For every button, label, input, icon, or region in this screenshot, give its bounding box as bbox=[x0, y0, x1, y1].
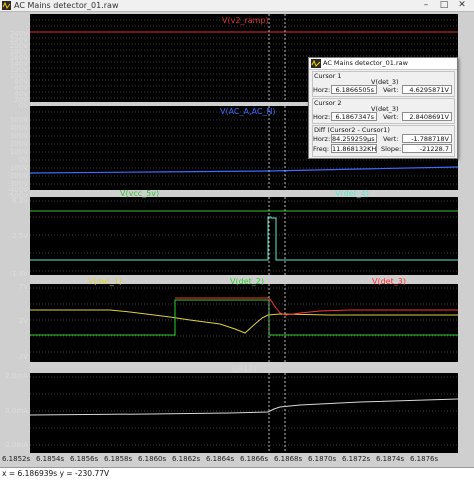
trace-label-det-4[interactable]: V(det_4) bbox=[335, 189, 369, 198]
cursor-diff-label: Diff (Cursor2 - Cursor1) bbox=[314, 126, 390, 134]
cursor-2-vert-label: Vert: bbox=[383, 113, 399, 121]
trace-label-det-3[interactable]: V(det_3) bbox=[372, 277, 406, 286]
cursor-dialog-title: AC Mains detector_01.raw bbox=[323, 59, 408, 67]
y-tick: -100V bbox=[7, 164, 28, 172]
y-tick: 2.0mA bbox=[5, 372, 28, 380]
plot-pane-vcc-det4[interactable] bbox=[30, 197, 458, 275]
y-tick: 6.3V bbox=[12, 197, 28, 205]
cursor-2-horz-label: Horz: bbox=[313, 113, 331, 121]
y-tick: 7V bbox=[18, 283, 28, 291]
x-tick: 6.1854s bbox=[36, 455, 65, 463]
plot-pane-5-grid bbox=[30, 376, 458, 446]
status-bar: x = 6.186939s y = -230.77V bbox=[0, 467, 474, 480]
plot-pane-4-graph bbox=[30, 284, 458, 362]
x-tick: 6.1856s bbox=[70, 455, 99, 463]
y-tick: 100V bbox=[9, 148, 28, 156]
trace-label-ac-a-ac-n[interactable]: V(AC_A,AC_N) bbox=[220, 107, 276, 116]
freq-value[interactable]: 11.868132KHz bbox=[331, 144, 377, 153]
waveform-viewer-window: AC Mains detector_01.raw – □ ✕ V(v2_ramp… bbox=[0, 0, 474, 467]
x-tick: 6.1858s bbox=[104, 455, 133, 463]
plot-pane-ir12[interactable] bbox=[30, 373, 458, 453]
x-tick: 6.1876s bbox=[410, 455, 439, 463]
y-tick: 2V bbox=[18, 317, 28, 325]
y-tick: 500V bbox=[9, 116, 28, 124]
plot-pane-det1-det2-det3[interactable] bbox=[30, 284, 458, 362]
y-tick: 200V bbox=[9, 140, 28, 148]
x-tick: 6.1852s bbox=[2, 455, 31, 463]
diff-horz-label: Horz: bbox=[313, 135, 331, 143]
y-tick: -200V bbox=[7, 172, 28, 180]
x-tick: 6.1862s bbox=[172, 455, 201, 463]
cursor-2-vert-value[interactable]: 2.8408691V bbox=[402, 112, 452, 121]
trace-det-4 bbox=[30, 216, 458, 261]
y-tick: 0.0mA bbox=[5, 407, 28, 415]
ltspice-app-icon bbox=[2, 1, 11, 10]
cursor-1-label: Cursor 1 bbox=[314, 72, 342, 80]
y-tick: 2.5V bbox=[12, 232, 28, 240]
title-bar: AC Mains detector_01.raw – □ ✕ bbox=[0, 0, 474, 12]
x-tick: 6.1870s bbox=[308, 455, 337, 463]
cursor-2-label: Cursor 2 bbox=[314, 99, 342, 107]
slope-value[interactable]: -21228.7 bbox=[402, 144, 452, 153]
x-tick: 6.1860s bbox=[138, 455, 167, 463]
trace-label-ir12[interactable]: I(R12) bbox=[232, 364, 256, 373]
x-tick: 6.1864s bbox=[206, 455, 235, 463]
close-button[interactable]: ✕ bbox=[456, 0, 468, 11]
cursor-2-horz-value[interactable]: 6.1867347s bbox=[331, 112, 377, 121]
trace-label-det-2[interactable]: V(det_2) bbox=[230, 277, 264, 286]
cursor-1-horz-label: Horz: bbox=[313, 86, 331, 94]
y-tick: -3V bbox=[16, 353, 28, 361]
diff-vert-value[interactable]: -1.788718V bbox=[402, 134, 452, 143]
trace-label-v2-ramp[interactable]: V(v2_ramp) bbox=[222, 16, 269, 25]
x-tick: 6.1874s bbox=[376, 455, 405, 463]
window-title: AC Mains detector_01.raw bbox=[14, 1, 119, 10]
trace-det-1 bbox=[30, 309, 458, 334]
cursor-1-vert-value[interactable]: 4.6295871V bbox=[402, 85, 452, 94]
cursor-1-vert-label: Vert: bbox=[383, 86, 399, 94]
y-tick: 0V bbox=[18, 102, 28, 110]
y-tick: 0V bbox=[18, 156, 28, 164]
minimize-button[interactable]: – bbox=[420, 0, 432, 11]
plot-pane-3-graph bbox=[30, 197, 458, 275]
x-tick: 6.1866s bbox=[240, 455, 269, 463]
trace-det-3 bbox=[175, 297, 458, 316]
x-tick: 6.1868s bbox=[274, 455, 303, 463]
trace-label-vcc-5v[interactable]: V(vcc_5v) bbox=[120, 189, 159, 198]
diff-vert-label: Vert: bbox=[383, 135, 399, 143]
trace-ir12 bbox=[30, 398, 458, 416]
cursor-dialog-titlebar[interactable]: AC Mains detector_01.raw bbox=[309, 58, 457, 70]
maximize-button[interactable]: □ bbox=[438, 0, 450, 11]
y-tick: -2.0mA bbox=[2, 441, 28, 449]
trace-label-det-1[interactable]: V(det_1) bbox=[88, 277, 122, 286]
diff-horz-value[interactable]: 84.259259µs bbox=[331, 134, 377, 143]
trace-ac-a-ac-n bbox=[30, 166, 458, 174]
freq-label: Freq: bbox=[313, 145, 330, 153]
y-tick: -1.4V bbox=[9, 270, 28, 278]
slope-label: Slope: bbox=[381, 145, 402, 153]
y-tick: 300V bbox=[9, 132, 28, 140]
y-tick: 400V bbox=[9, 124, 28, 132]
plot-pane-5-graph bbox=[30, 373, 458, 453]
cursor-readout-dialog[interactable]: AC Mains detector_01.raw Cursor 1 V(det_… bbox=[308, 57, 458, 159]
trace-det-2 bbox=[30, 299, 458, 336]
cursor-1-horz-value[interactable]: 6.1866505s bbox=[331, 85, 377, 94]
status-coordinates: x = 6.186939s y = -230.77V bbox=[2, 469, 110, 478]
x-tick: 6.1872s bbox=[342, 455, 371, 463]
ltspice-app-icon bbox=[311, 59, 321, 68]
